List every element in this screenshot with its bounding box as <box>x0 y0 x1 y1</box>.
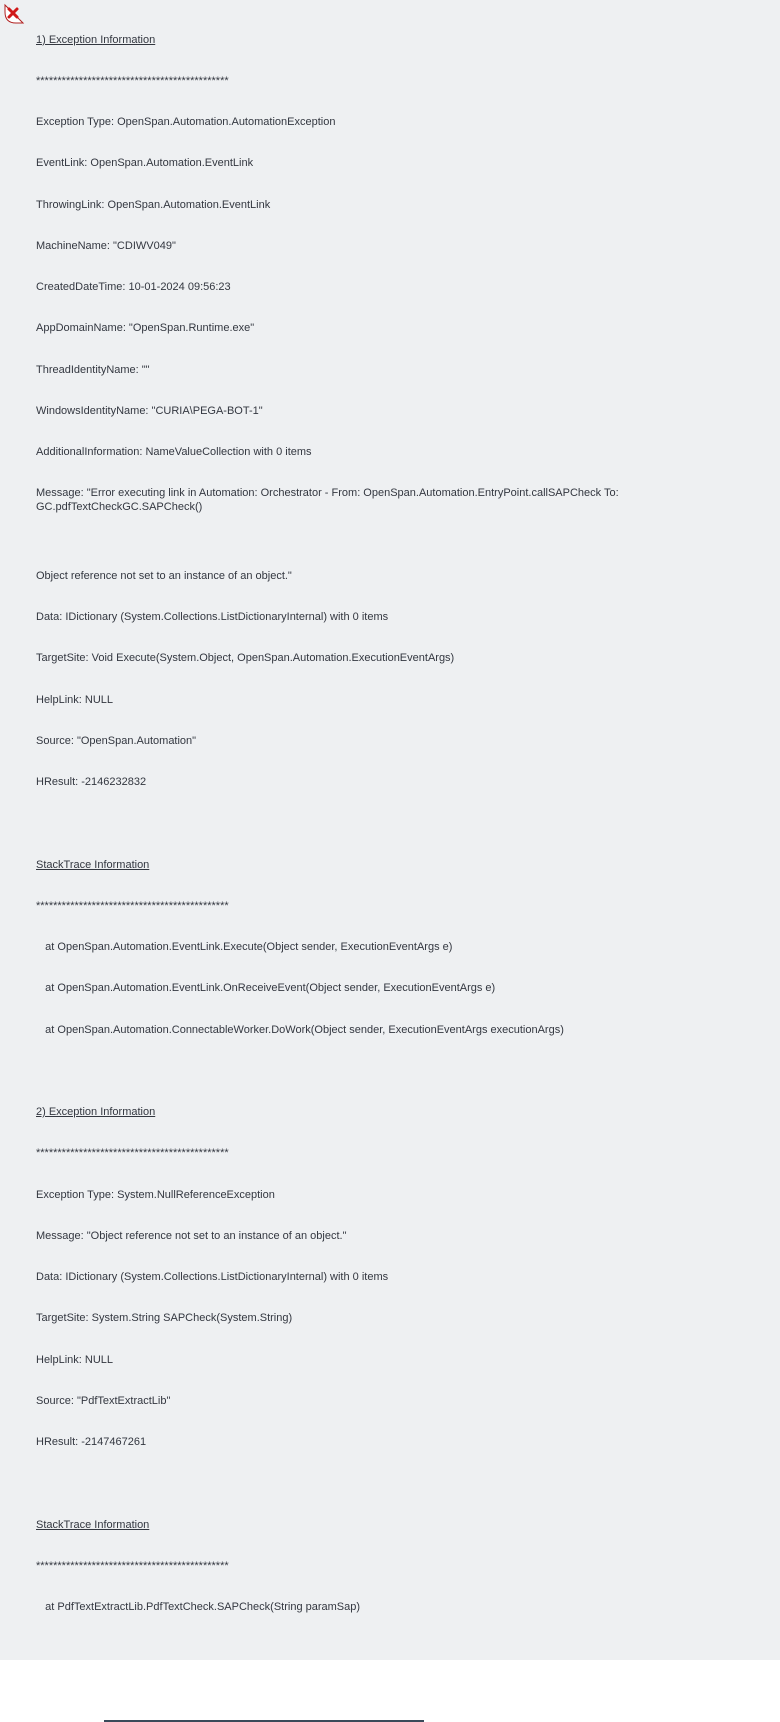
separator: ****************************************… <box>36 1560 772 1574</box>
separator: ****************************************… <box>36 1147 772 1161</box>
exception-text: 1) Exception Information ***************… <box>36 6 772 1642</box>
error-icon <box>2 2 26 31</box>
stacktrace-2-header: StackTrace Information <box>36 1519 772 1533</box>
separator: ****************************************… <box>36 900 772 914</box>
exception-panel: 1) Exception Information ***************… <box>0 0 780 1660</box>
exception-1-header: 1) Exception Information <box>36 34 772 48</box>
separator: ****************************************… <box>36 75 772 89</box>
exception-2-header: 2) Exception Information <box>36 1106 772 1120</box>
methods-panel: Methods for: pdfTextCheckGC A <box>104 1720 424 1722</box>
